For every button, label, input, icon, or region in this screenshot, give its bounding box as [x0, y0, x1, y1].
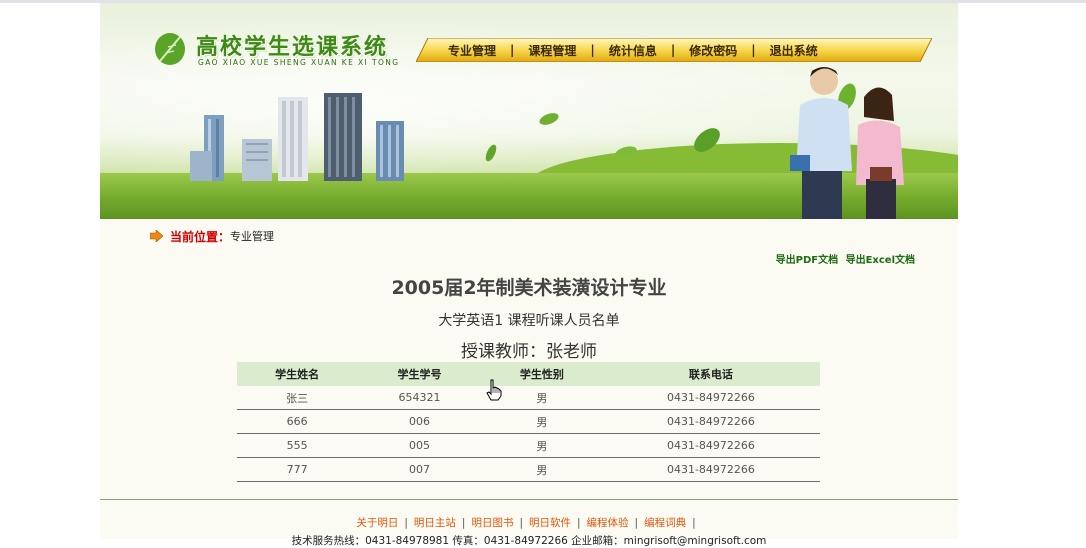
student-roster-table: 学生姓名 学生学号 学生性别 联系电话 张三 654321 男 0431-849… [237, 362, 820, 482]
leaf-icon [694, 128, 720, 152]
breadcrumb: 当前位置： 专业管理 [150, 227, 274, 245]
cell-student-id: 005 [357, 433, 482, 458]
table-row: 张三 654321 男 0431-84972266 [237, 386, 820, 410]
leaf-icon [539, 113, 559, 125]
header-banner: 高校学生选课系统 GAO XIAO XUE SHENG XUAN KE XI T… [100, 3, 958, 219]
main-nav: 专业管理 | 课程管理 | 统计信息 | 修改密码 | 退出系统 [416, 38, 932, 62]
footer-link-programming-dictionary[interactable]: 编程词典 [644, 517, 686, 529]
footer-link-books[interactable]: 明日图书 [471, 517, 513, 529]
footer-links: 关于明日 | 明日主站 | 明日图书 | 明日软件 | 编程体验 | 编程词典 | [100, 515, 958, 530]
cell-phone: 0431-84972266 [601, 386, 820, 410]
footer-contact-info: 技术服务热线：0431-84978981 传真：0431-84972266 企业… [291, 535, 767, 547]
nav-item-logout[interactable]: 退出系统 [756, 42, 832, 59]
page-container: 高校学生选课系统 GAO XIAO XUE SHENG XUAN KE XI T… [100, 3, 958, 547]
export-excel-link[interactable]: 导出Excel文档 [846, 255, 915, 266]
footer-link-about[interactable]: 关于明日 [356, 517, 398, 529]
leaf-icon [485, 144, 497, 162]
table-header-row: 学生姓名 学生学号 学生性别 联系电话 [237, 362, 820, 386]
hand-pointer-cursor-icon [486, 379, 502, 401]
column-header-student-id: 学生学号 [357, 362, 482, 386]
students-illustration [790, 67, 904, 219]
major-title: 2005届2年制美术装潢设计专业 [391, 277, 667, 299]
cell-phone: 0431-84972266 [601, 457, 820, 482]
footer-link-programming-experience[interactable]: 编程体验 [587, 517, 629, 529]
footer-separator: | [404, 517, 408, 529]
course-roster-title: 大学英语1 课程听课人员名单 [438, 313, 620, 329]
cell-name: 张三 [237, 386, 358, 410]
breadcrumb-label: 当前位置： [170, 229, 231, 244]
table-row: 666 006 男 0431-84972266 [237, 409, 820, 434]
table-row: 555 005 男 0431-84972266 [237, 433, 820, 458]
nav-item-course-management[interactable]: 课程管理 [514, 42, 590, 59]
cell-gender: 男 [481, 457, 602, 482]
cell-student-id: 654321 [357, 386, 482, 410]
table-row: 777 007 男 0431-84972266 [237, 457, 820, 482]
footer-separator: | [634, 517, 639, 529]
nav-item-statistics[interactable]: 统计信息 [595, 42, 671, 59]
arrow-right-icon [150, 230, 163, 242]
column-header-phone: 联系电话 [601, 362, 820, 386]
app-subtitle: GAO XIAO XUE SHENG XUAN KE XI TONG [198, 58, 400, 67]
cell-student-id: 006 [357, 409, 482, 434]
export-links: 导出PDF文档 导出Excel文档 [772, 251, 915, 266]
cell-gender: 男 [481, 433, 602, 458]
breadcrumb-current: 专业管理 [230, 230, 275, 243]
footer-divider [100, 499, 958, 500]
column-header-name: 学生姓名 [237, 362, 358, 386]
cell-student-id: 007 [357, 457, 482, 482]
cell-name: 666 [237, 409, 358, 434]
footer-link-main-site[interactable]: 明日主站 [414, 517, 456, 529]
cell-phone: 0431-84972266 [601, 409, 820, 434]
city-buildings-illustration [190, 93, 404, 181]
nav-item-change-password[interactable]: 修改密码 [675, 42, 751, 59]
app-title: 高校学生选课系统 [196, 35, 389, 60]
cell-name: 777 [237, 457, 358, 482]
teacher-name: 授课教师：张老师 [461, 342, 597, 362]
cell-name: 555 [237, 433, 358, 458]
nav-item-major-management[interactable]: 专业管理 [434, 42, 510, 59]
leaf-logo-icon [155, 33, 185, 65]
app-logo[interactable]: 高校学生选课系统 GAO XIAO XUE SHENG XUAN KE XI T… [152, 29, 412, 73]
footer-separator: | [577, 517, 581, 529]
export-pdf-link[interactable]: 导出PDF文档 [776, 255, 838, 266]
footer-separator: | [461, 517, 466, 529]
footer-separator: | [692, 517, 696, 529]
leaf-icon [615, 146, 637, 158]
cell-phone: 0431-84972266 [601, 433, 820, 458]
cell-gender: 男 [481, 409, 602, 434]
footer-separator: | [519, 517, 523, 529]
footer-link-software[interactable]: 明日软件 [529, 517, 571, 529]
